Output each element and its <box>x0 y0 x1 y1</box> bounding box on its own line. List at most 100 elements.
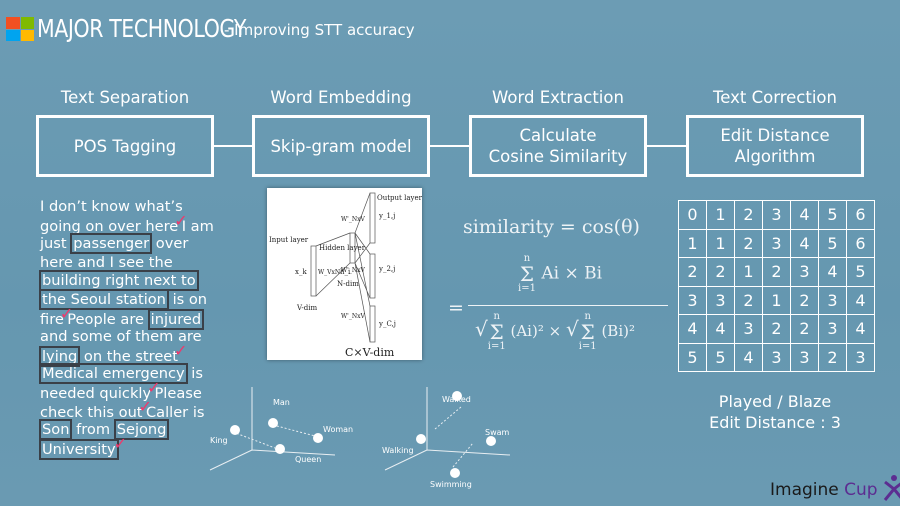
table-cell: 2 <box>762 257 791 287</box>
text-segment: is <box>186 365 203 383</box>
text-line: University✓ <box>39 434 214 460</box>
table-cell: 2 <box>678 257 707 287</box>
text-line: I don’t know what’s <box>40 198 214 217</box>
microsoft-logo <box>6 17 34 41</box>
word-pair: Played / Blaze <box>718 392 832 411</box>
v-dim-label: V-dim <box>296 304 317 312</box>
table-cell: 5 <box>818 228 847 258</box>
check-mark-icon: ✓ <box>59 303 74 323</box>
text-segment: Caller is <box>145 403 205 421</box>
highlighted-keyword: passenger <box>70 233 153 255</box>
cv-dim-label: C×V-dim <box>345 346 395 359</box>
x-label: x_k <box>295 268 307 276</box>
step-box-text: POS Tagging <box>73 136 177 156</box>
text-segment: needed quickly <box>40 384 152 402</box>
text-segment: on the street <box>79 347 178 365</box>
step-box: Calculate Cosine Similarity <box>469 115 647 177</box>
table-cell: 2 <box>818 342 847 372</box>
label-swam: Swam <box>485 428 510 437</box>
denominator-b: (Bi)² <box>601 322 635 340</box>
step-box: POS Tagging <box>36 115 214 177</box>
text-segment: check this out <box>40 403 143 421</box>
w-out-label-1: W'_NxV <box>341 216 365 223</box>
numerator-term: Ai × Bi <box>541 263 603 284</box>
step-box: Skip-gram model <box>252 115 430 177</box>
w-out-label-3: W'_NxV <box>341 313 365 320</box>
step-label: Word Extraction <box>492 88 624 107</box>
table-cell: 2 <box>734 285 763 315</box>
label-man: Man <box>273 398 290 407</box>
check-mark-icon: ✓ <box>138 396 152 416</box>
table-cell: 3 <box>818 314 847 344</box>
text-line: needed quickly✓Please <box>40 378 214 403</box>
sum-lower-limit: i=1 <box>518 283 536 294</box>
table-cell: 0 <box>678 200 707 230</box>
hidden-layer-label: Hidden layer <box>319 244 366 252</box>
table-cell: 3 <box>762 200 791 230</box>
text-segment: here and I see the <box>40 253 173 271</box>
y2-label: y_2,j <box>378 265 395 273</box>
table-cell: 3 <box>678 285 707 315</box>
yc-label: y_C,j <box>378 320 396 328</box>
sqrt-symbol: √ <box>565 317 579 341</box>
label-walking: Walking <box>382 446 414 455</box>
slide-title: MAJOR TECHNOLOGY <box>37 14 246 43</box>
imagine-cup-logo: Imagine Cup <box>770 475 900 501</box>
text-segment: I don’t know what’s <box>40 198 183 215</box>
sum-symbol: n Σi=1 <box>518 253 536 294</box>
brand-imagine: Imagine <box>770 480 839 500</box>
table-cell: 4 <box>790 228 819 258</box>
n-dim-label: N-dim <box>337 280 359 288</box>
table-cell: 2 <box>734 200 763 230</box>
highlighted-keyword: University <box>39 438 119 460</box>
table-cell: 4 <box>790 200 819 230</box>
text-segment: just <box>40 235 72 253</box>
check-mark-icon: ✓ <box>147 377 161 397</box>
check-mark-icon: ✓ <box>113 433 128 453</box>
table-cell: 1 <box>762 285 791 315</box>
text-line: and some of them are <box>40 328 214 347</box>
table-cell: 6 <box>846 228 875 258</box>
highlighted-keyword: the Seoul station <box>39 288 169 310</box>
edit-distance-table: 0123456112345622123453321234443223455433… <box>678 200 875 372</box>
table-row: 0123456 <box>678 200 875 230</box>
input-layer-label: Input layer <box>269 236 309 244</box>
highlighted-keyword: Son <box>39 419 73 441</box>
step-box-text: Edit Distance Algorithm <box>720 126 830 166</box>
table-cell: 3 <box>846 342 875 372</box>
table-cell: 3 <box>762 342 791 372</box>
slide-subtitle: - Improving STT accuracy <box>224 21 415 39</box>
table-row: 1123456 <box>678 228 875 258</box>
label-walked: Walked <box>442 395 471 404</box>
table-cell: 2 <box>762 314 791 344</box>
table-cell: 6 <box>846 200 875 230</box>
table-cell: 1 <box>678 228 707 258</box>
table-cell: 2 <box>790 314 819 344</box>
text-segment: over <box>151 235 189 253</box>
imagine-cup-figure-icon <box>883 475 900 501</box>
table-cell: 2 <box>790 285 819 315</box>
table-cell: 5 <box>846 257 875 287</box>
label-swimming: Swimming <box>430 480 472 489</box>
text-segment: People are <box>67 310 149 328</box>
highlighted-keyword: injured <box>147 308 205 330</box>
table-cell: 1 <box>734 257 763 287</box>
table-cell: 3 <box>706 285 735 315</box>
table-cell: 3 <box>790 342 819 372</box>
y1-label: y_1,j <box>378 212 395 220</box>
table-cell: 3 <box>790 257 819 287</box>
table-cell: 3 <box>734 314 763 344</box>
table-row: 5543323 <box>678 342 875 372</box>
output-layer-label: Output layer <box>377 194 422 202</box>
text-segment: going on over here <box>40 217 179 235</box>
table-cell: 1 <box>706 228 735 258</box>
numerator: n Σi=1 Ai × Bi <box>518 254 602 294</box>
table-cell: 4 <box>706 314 735 344</box>
step-box-text: Skip-gram model <box>270 136 412 156</box>
table-cell: 1 <box>706 200 735 230</box>
fraction-bar <box>468 305 668 306</box>
table-cell: 4 <box>678 314 707 344</box>
step-label: Word Embedding <box>270 88 412 107</box>
table-row: 2212345 <box>678 257 875 287</box>
label-king: King <box>210 436 228 445</box>
